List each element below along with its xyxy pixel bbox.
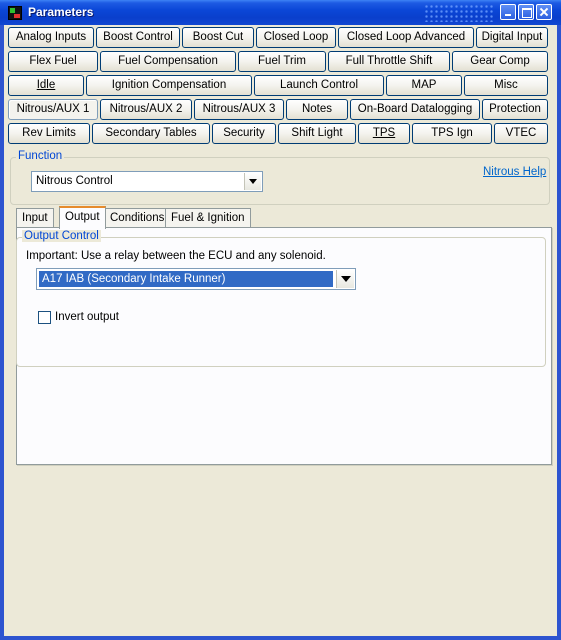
minimize-icon[interactable] <box>500 4 516 20</box>
tab-rev-limits[interactable]: Rev Limits <box>8 123 90 144</box>
chevron-down-icon[interactable] <box>244 173 261 190</box>
tab-fuel-compensation[interactable]: Fuel Compensation <box>100 51 236 72</box>
relay-note: Important: Use a relay between the ECU a… <box>26 250 326 262</box>
tab-tps-ign[interactable]: TPS Ign <box>412 123 492 144</box>
tab-vtec[interactable]: VTEC <box>494 123 548 144</box>
tab-shift-light[interactable]: Shift Light <box>278 123 356 144</box>
tab-flex-fuel[interactable]: Flex Fuel <box>8 51 98 72</box>
tab-boost-control[interactable]: Boost Control <box>96 27 180 48</box>
tab-full-throttle-shift[interactable]: Full Throttle Shift <box>328 51 450 72</box>
function-select[interactable]: Nitrous Control <box>31 171 263 192</box>
tab-idle[interactable]: Idle <box>8 75 84 96</box>
tab-security[interactable]: Security <box>212 123 276 144</box>
tab-ignition-compensation[interactable]: Ignition Compensation <box>86 75 252 96</box>
tab-misc[interactable]: Misc <box>464 75 548 96</box>
tab-nitrous-aux-3[interactable]: Nitrous/AUX 3 <box>194 99 284 120</box>
nitrous-help-link[interactable]: Nitrous Help <box>483 166 546 178</box>
tab-boost-cut[interactable]: Boost Cut <box>182 27 254 48</box>
close-icon[interactable] <box>536 4 552 20</box>
maximize-icon[interactable] <box>518 4 534 20</box>
output-pin-select[interactable]: A17 IAB (Secondary Intake Runner) <box>36 268 356 290</box>
tab-input[interactable]: Input <box>16 208 54 228</box>
tab-tps[interactable]: TPS <box>358 123 410 144</box>
tab-output[interactable]: Output <box>59 206 106 229</box>
tab-protection[interactable]: Protection <box>482 99 548 120</box>
title-decoration <box>424 4 494 22</box>
parameters-window: Parameters Analog Inputs Boost Control B… <box>0 0 561 640</box>
window-title: Parameters <box>28 5 94 19</box>
tab-launch-control[interactable]: Launch Control <box>254 75 384 96</box>
tab-conditions[interactable]: Conditions <box>104 208 171 228</box>
tab-notes[interactable]: Notes <box>286 99 348 120</box>
invert-output-label[interactable]: Invert output <box>55 311 119 323</box>
function-select-value: Nitrous Control <box>36 175 113 187</box>
tab-nitrous-aux-1[interactable]: Nitrous/AUX 1 <box>8 99 98 120</box>
title-bar[interactable]: Parameters <box>0 0 561 25</box>
tab-gear-comp[interactable]: Gear Comp <box>452 51 548 72</box>
tab-on-board-datalogging[interactable]: On-Board Datalogging <box>350 99 480 120</box>
tab-fuel-ignition[interactable]: Fuel & Ignition <box>165 208 251 228</box>
app-icon <box>8 6 22 20</box>
tab-closed-loop[interactable]: Closed Loop <box>256 27 336 48</box>
tab-digital-input[interactable]: Digital Input <box>476 27 548 48</box>
tab-closed-loop-advanced[interactable]: Closed Loop Advanced <box>338 27 474 48</box>
tab-map[interactable]: MAP <box>386 75 462 96</box>
tab-analog-inputs[interactable]: Analog Inputs <box>8 27 94 48</box>
chevron-down-icon[interactable] <box>336 270 354 288</box>
output-control-legend: Output Control <box>22 230 101 242</box>
tab-secondary-tables[interactable]: Secondary Tables <box>92 123 210 144</box>
tab-nitrous-aux-2[interactable]: Nitrous/AUX 2 <box>100 99 192 120</box>
tab-fuel-trim[interactable]: Fuel Trim <box>238 51 326 72</box>
output-pin-value: A17 IAB (Secondary Intake Runner) <box>39 271 333 287</box>
function-legend: Function <box>16 150 65 162</box>
invert-output-checkbox[interactable] <box>38 311 51 324</box>
